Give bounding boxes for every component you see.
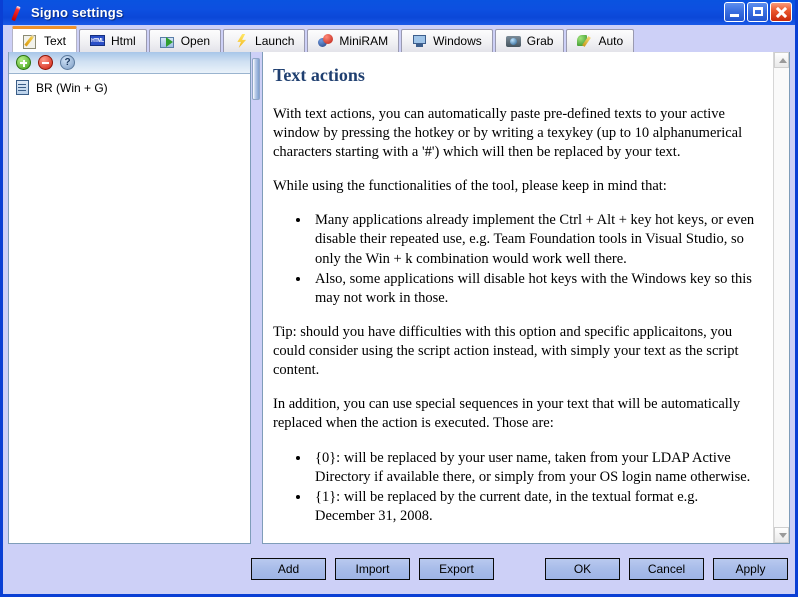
keep-in-mind-paragraph: While using the functionalities of the t… bbox=[273, 178, 667, 195]
caveats-list: Many applications already implement the … bbox=[273, 211, 759, 308]
monitor-icon bbox=[412, 34, 428, 48]
app-pen-icon bbox=[8, 4, 26, 22]
text-pencil-icon bbox=[23, 33, 39, 49]
tab-text-label: Text bbox=[44, 33, 67, 48]
panel-splitter[interactable] bbox=[251, 52, 262, 544]
list-item-label: BR (Win + G) bbox=[36, 80, 108, 95]
tab-windows-label: Windows bbox=[433, 34, 482, 48]
ok-button[interactable]: OK bbox=[545, 558, 620, 580]
tab-launch-label: Launch bbox=[255, 34, 295, 48]
html-badge-icon: HTML bbox=[90, 34, 106, 48]
settings-window: Signo settings Text HTML Html Open Launc… bbox=[0, 0, 798, 597]
scroll-up-icon[interactable] bbox=[774, 52, 789, 68]
cancel-button[interactable]: Cancel bbox=[629, 558, 704, 580]
list-toolbar: ? bbox=[9, 52, 250, 74]
spheres-icon bbox=[318, 34, 334, 48]
document-icon bbox=[16, 80, 29, 95]
list-item: {0}: will be replaced by your user name,… bbox=[311, 449, 759, 487]
tab-grab-label: Grab bbox=[526, 34, 554, 48]
list-item[interactable]: BR (Win + G) bbox=[12, 78, 247, 97]
list-item: {1}: will be replaced by the current dat… bbox=[311, 488, 759, 526]
export-button[interactable]: Export bbox=[419, 558, 494, 580]
intro-paragraph: With text actions, you can automatically… bbox=[273, 105, 743, 160]
actions-list-panel: ? BR (Win + G) bbox=[8, 52, 251, 544]
import-button[interactable]: Import bbox=[335, 558, 410, 580]
footer-bar: Add Import Export OK Cancel Apply bbox=[3, 544, 795, 594]
tab-text[interactable]: Text bbox=[12, 26, 78, 52]
tab-miniram[interactable]: MiniRAM bbox=[307, 29, 400, 52]
item-actions-group: Add Import Export bbox=[251, 558, 494, 580]
splitter-grip[interactable] bbox=[252, 58, 260, 100]
tab-html-label: Html bbox=[111, 34, 136, 48]
tab-miniram-label: MiniRAM bbox=[339, 34, 389, 48]
tab-windows[interactable]: Windows bbox=[401, 29, 493, 52]
tab-launch[interactable]: Launch bbox=[223, 29, 306, 52]
apply-button[interactable]: Apply bbox=[713, 558, 788, 580]
dialog-actions-group: OK Cancel Apply bbox=[545, 558, 788, 580]
scroll-down-icon[interactable] bbox=[774, 527, 789, 543]
window-title: Signo settings bbox=[31, 5, 124, 20]
add-icon[interactable] bbox=[16, 55, 31, 70]
auto-pencil-icon bbox=[577, 34, 593, 48]
panels-container: ? BR (Win + G) Text actions With text ac… bbox=[3, 52, 795, 544]
sequences-paragraph: In addition, you can use special sequenc… bbox=[273, 396, 741, 432]
tab-strip: Text HTML Html Open Launch MiniRAM Windo… bbox=[3, 25, 795, 52]
actions-list[interactable]: BR (Win + G) bbox=[9, 74, 250, 543]
tab-html[interactable]: HTML Html bbox=[79, 29, 147, 52]
help-icon[interactable]: ? bbox=[60, 55, 75, 70]
minimize-button[interactable] bbox=[724, 2, 745, 22]
documentation-content: Text actions With text actions, you can … bbox=[263, 52, 773, 543]
list-item: Also, some applications will disable hot… bbox=[311, 270, 759, 308]
remove-icon[interactable] bbox=[38, 55, 53, 70]
list-item: Many applications already implement the … bbox=[311, 211, 759, 268]
tab-open-label: Open bbox=[180, 34, 211, 48]
tab-grab[interactable]: Grab bbox=[494, 29, 565, 52]
page-title: Text actions bbox=[273, 65, 365, 85]
tip-paragraph: Tip: should you have difficulties with t… bbox=[273, 323, 739, 379]
close-button[interactable] bbox=[770, 2, 792, 22]
add-button[interactable]: Add bbox=[251, 558, 326, 580]
maximize-button[interactable] bbox=[747, 2, 768, 22]
tab-auto[interactable]: Auto bbox=[566, 29, 635, 52]
tab-open[interactable]: Open bbox=[148, 29, 222, 52]
lightning-icon bbox=[234, 34, 250, 48]
documentation-panel: Text actions With text actions, you can … bbox=[262, 52, 790, 544]
camera-icon bbox=[505, 34, 522, 48]
window-controls bbox=[724, 2, 792, 22]
scrollbar-track[interactable] bbox=[774, 68, 789, 527]
title-bar: Signo settings bbox=[3, 0, 795, 25]
tab-auto-label: Auto bbox=[598, 34, 624, 48]
sequences-list: {0}: will be replaced by your user name,… bbox=[273, 449, 759, 527]
vertical-scrollbar[interactable] bbox=[773, 52, 789, 543]
open-folder-icon bbox=[159, 34, 176, 48]
